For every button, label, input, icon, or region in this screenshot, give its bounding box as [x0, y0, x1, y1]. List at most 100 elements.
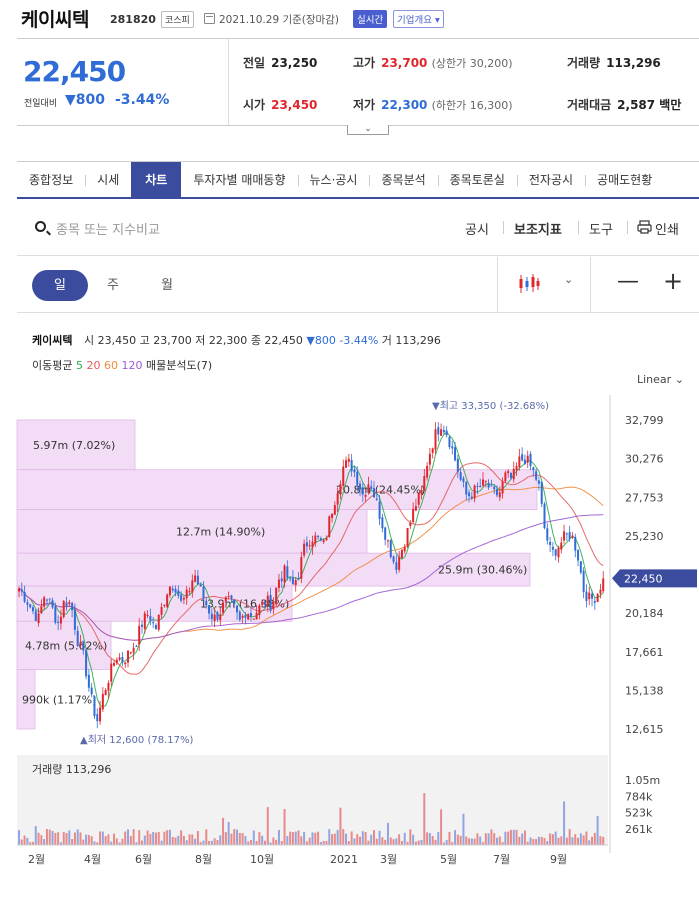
- volume-bar: [551, 834, 554, 845]
- candle-body: [367, 484, 370, 493]
- price-chart[interactable]: 5.97m (7.02%) 20.8m (24.45%) 12.7m (14.90%…: [0, 395, 699, 875]
- divider: [627, 221, 628, 234]
- volume-bar: [18, 830, 20, 845]
- divider: [578, 221, 579, 234]
- volume-bar: [222, 817, 225, 845]
- change-label: 전일대비: [24, 99, 58, 109]
- zoom-in-button[interactable]: +: [663, 267, 683, 295]
- volume-bar: [303, 831, 306, 845]
- candlestick-chart-icon[interactable]: [517, 272, 541, 296]
- x-axis-label: 7월: [493, 853, 510, 866]
- candle-body: [328, 516, 331, 538]
- candle-body: [372, 488, 375, 498]
- tab-1[interactable]: 시세: [85, 162, 131, 197]
- printer-icon[interactable]: [637, 220, 652, 234]
- volume-bar: [459, 835, 462, 845]
- candle-body: [129, 652, 132, 654]
- ma-legend[interactable]: 이동평균 5 20 60 120 매물분석도(7): [32, 357, 212, 373]
- expand-summary-button[interactable]: ⌄: [347, 125, 389, 135]
- candle-body: [470, 496, 473, 499]
- period-day-button[interactable]: 일: [32, 270, 88, 301]
- candle-body: [347, 458, 350, 462]
- volume-bar: [428, 833, 431, 845]
- scale-dropdown[interactable]: Linear ⌄: [637, 373, 684, 386]
- volume-bar: [543, 838, 546, 845]
- x-axis-label: 5월: [440, 853, 457, 866]
- zoom-out-button[interactable]: —: [617, 269, 639, 294]
- volume-bar: [370, 834, 373, 845]
- tab-5[interactable]: 종목분석: [369, 162, 437, 197]
- volume-bar: [398, 834, 401, 845]
- period-month-button[interactable]: 월: [139, 270, 195, 301]
- volume-bar: [420, 839, 423, 845]
- candle-body: [230, 595, 233, 600]
- open-label: 시가: [243, 98, 266, 112]
- volume-bar: [54, 832, 57, 845]
- company-overview-dropdown[interactable]: 기업개요 ▾: [393, 10, 444, 28]
- period-week-button[interactable]: 주: [85, 270, 141, 301]
- candle-body: [166, 594, 169, 607]
- candle-body: [546, 528, 549, 541]
- volume-bar: [353, 838, 356, 845]
- open-price: 시가 23,450: [243, 96, 317, 113]
- realtime-button[interactable]: 실시간: [353, 10, 388, 28]
- candle-body: [515, 465, 518, 471]
- candle-body: [398, 556, 401, 570]
- volume-bar: [73, 832, 76, 845]
- candle-body: [210, 613, 213, 620]
- tab-7[interactable]: 전자공시: [516, 162, 585, 197]
- volume-bar: [339, 807, 342, 845]
- candle-body: [386, 540, 389, 542]
- candle-body: [62, 600, 65, 618]
- candle-body: [135, 646, 138, 648]
- volume-bar: [479, 836, 482, 845]
- high-value: 23,700: [381, 56, 428, 70]
- tools-button[interactable]: 도구: [589, 219, 613, 238]
- candle-body: [110, 663, 113, 682]
- ma5-label: 5: [75, 359, 83, 372]
- tab-4[interactable]: 뉴스·공시: [297, 162, 370, 197]
- chart-type-dropdown[interactable]: ⌄: [564, 273, 573, 286]
- tab-0[interactable]: 종합정보: [17, 162, 85, 197]
- volume-bar: [359, 836, 362, 845]
- candle-body: [350, 460, 353, 472]
- candle-body: [82, 643, 85, 651]
- volume-bar: [236, 829, 239, 845]
- divider: [503, 221, 504, 234]
- candle-body: [468, 492, 471, 497]
- candle-body: [308, 545, 311, 547]
- stock-name: 케이씨텍: [21, 9, 89, 31]
- volume-bar: [127, 829, 130, 845]
- compare-search-input[interactable]: 종목 또는 지수비교: [56, 219, 160, 238]
- search-icon[interactable]: [35, 221, 46, 232]
- candle-body: [462, 478, 465, 482]
- indicators-button[interactable]: 보조지표: [514, 219, 562, 238]
- volume-title: 거래량 113,296: [32, 763, 111, 776]
- tab-6[interactable]: 종목토론실: [437, 162, 517, 197]
- open-value: 23,450: [271, 98, 318, 112]
- current-price: 22,450: [23, 55, 126, 88]
- candle-body: [196, 575, 199, 585]
- candle-body: [65, 602, 68, 607]
- candle-body: [479, 485, 482, 488]
- candle-body: [250, 613, 253, 617]
- candle-body: [512, 468, 515, 480]
- candle-body: [48, 598, 51, 600]
- print-button[interactable]: 인쇄: [655, 219, 679, 238]
- candle-body: [356, 471, 359, 485]
- tab-3[interactable]: 투자자별 매매동향: [181, 162, 297, 197]
- volume-bar: [115, 838, 118, 845]
- candle-body: [104, 690, 107, 696]
- volume-bar: [317, 831, 320, 845]
- candle-body: [434, 429, 437, 450]
- volume-bar: [300, 836, 303, 845]
- candle-body: [577, 550, 580, 561]
- tab-2[interactable]: 차트: [131, 162, 182, 197]
- volume-bar: [565, 837, 568, 845]
- disclosure-button[interactable]: 공시: [465, 219, 489, 238]
- tab-8[interactable]: 공매도현황: [585, 162, 664, 197]
- trade-amount: 거래대금 2,587 백만: [567, 96, 681, 113]
- volume-bar: [305, 841, 308, 845]
- candle-body: [409, 522, 412, 526]
- candle-body: [557, 547, 560, 558]
